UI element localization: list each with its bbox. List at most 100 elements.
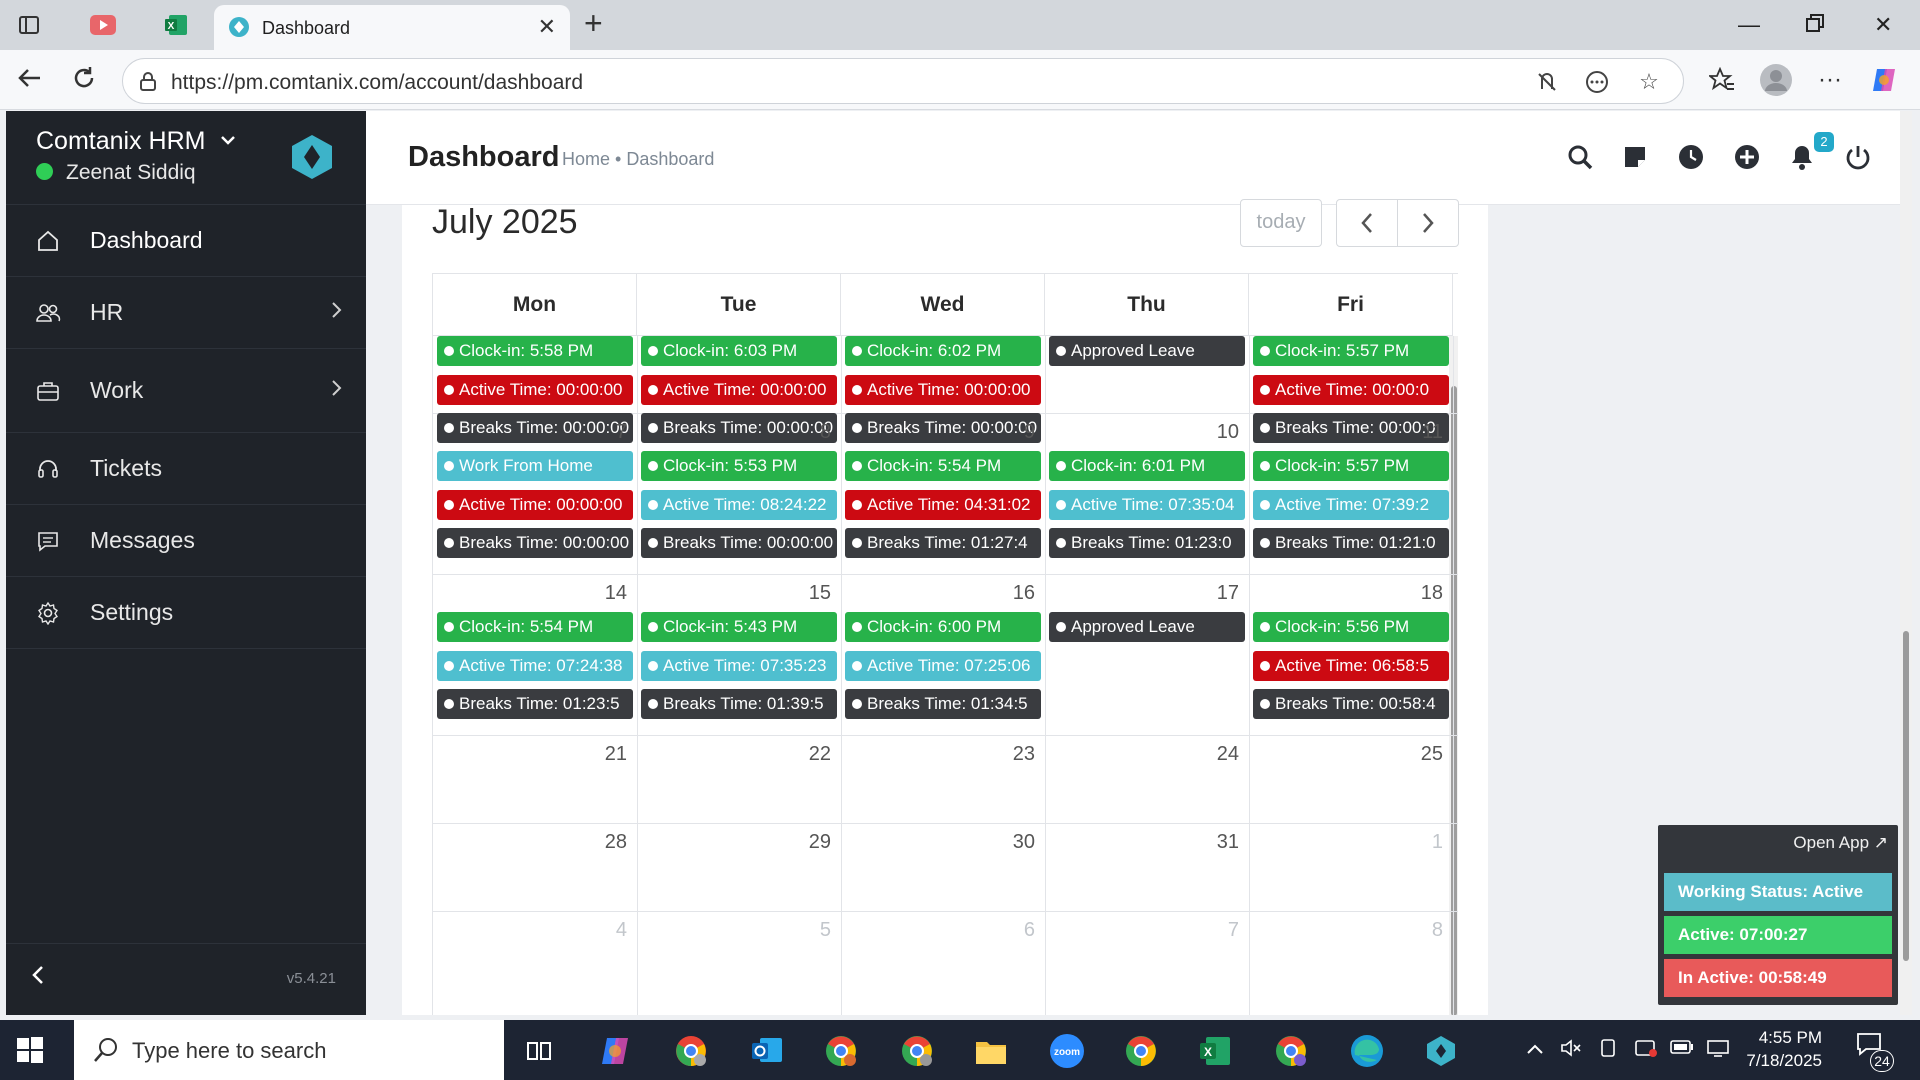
calendar-event[interactable]: Clock-in: 5:43 PM bbox=[641, 612, 837, 642]
chrome-profile-1-icon[interactable] bbox=[672, 1032, 710, 1070]
day-number[interactable]: 14 bbox=[437, 582, 627, 605]
lock-icon[interactable] bbox=[137, 70, 159, 92]
favorites-icon[interactable] bbox=[1706, 64, 1738, 96]
sidebar-item-settings[interactable]: Settings bbox=[6, 577, 366, 649]
day-number[interactable]: 16 bbox=[845, 582, 1035, 605]
sticky-note-icon[interactable] bbox=[1619, 141, 1651, 173]
calendar-event[interactable]: Breaks Time: 00:58:4 bbox=[1253, 689, 1449, 719]
favorite-star-icon[interactable]: ☆ bbox=[1635, 68, 1663, 96]
calendar-event[interactable]: Clock-in: 5:58 PM bbox=[437, 336, 633, 366]
calendar-event[interactable]: Clock-in: 5:54 PM bbox=[845, 451, 1041, 481]
device-icon[interactable] bbox=[1598, 1038, 1618, 1064]
search-icon[interactable] bbox=[1564, 141, 1596, 173]
calendar-event[interactable]: Clock-in: 6:00 PM bbox=[845, 612, 1041, 642]
calendar-event[interactable]: Active Time: 00:00:00 bbox=[845, 374, 1041, 405]
day-number[interactable]: 18 bbox=[1253, 582, 1443, 605]
windows-start-icon[interactable] bbox=[16, 1036, 44, 1064]
battery-icon[interactable] bbox=[1670, 1038, 1694, 1061]
back-icon[interactable] bbox=[16, 64, 44, 98]
calendar-event[interactable]: Active Time: 04:31:02 bbox=[845, 489, 1041, 520]
brand-header[interactable]: Comtanix HRM Zeenat Siddiq bbox=[6, 111, 366, 205]
close-tab-icon[interactable]: ✕ bbox=[538, 14, 556, 40]
calendar-event[interactable]: Breaks Time: 01:34:5 bbox=[845, 689, 1041, 719]
url-field[interactable]: https://pm.comtanix.com/account/dashboar… bbox=[122, 58, 1684, 104]
calendar-event[interactable]: Active Time: 00:00:00 bbox=[641, 374, 837, 405]
calendar-event[interactable]: Approved Leave bbox=[1049, 612, 1245, 642]
sidebar-item-work[interactable]: Work bbox=[6, 349, 366, 433]
recording-icon[interactable] bbox=[1634, 1038, 1658, 1064]
calendar-event[interactable]: Breaks Time: 01:23:0 bbox=[1049, 528, 1245, 558]
calendar-event[interactable]: Active Time: 00:00:00 bbox=[437, 374, 633, 405]
chrome-profile-2-icon[interactable] bbox=[822, 1032, 860, 1070]
day-number[interactable]: 29 bbox=[641, 831, 831, 854]
day-number[interactable]: 8 bbox=[1253, 919, 1443, 942]
calendar-event[interactable]: Clock-in: 6:02 PM bbox=[845, 336, 1041, 366]
day-number[interactable]: 4 bbox=[437, 919, 627, 942]
copilot-taskbar-icon[interactable] bbox=[596, 1032, 634, 1070]
calendar-event[interactable]: Clock-in: 6:01 PM bbox=[1049, 451, 1245, 481]
calendar-event[interactable]: Clock-in: 5:56 PM bbox=[1253, 612, 1449, 642]
chrome-profile-4-icon[interactable] bbox=[1272, 1032, 1310, 1070]
day-number[interactable]: 25 bbox=[1253, 743, 1443, 766]
sidebar-item-hr[interactable]: HR bbox=[6, 277, 366, 349]
excel-tab-icon[interactable]: X bbox=[162, 10, 192, 40]
day-number[interactable]: 1 bbox=[1253, 831, 1443, 854]
more-options-circle-icon[interactable] bbox=[1583, 68, 1611, 96]
edge-icon[interactable] bbox=[1348, 1032, 1386, 1070]
calendar-event[interactable]: Breaks Time: 01:23:5 bbox=[437, 689, 633, 719]
refresh-icon[interactable] bbox=[70, 64, 98, 98]
day-number[interactable]: 31 bbox=[1049, 831, 1239, 854]
calendar-event[interactable]: Clock-in: 5:57 PM bbox=[1253, 451, 1449, 481]
taskbar-clock[interactable]: 4:55 PM 7/18/2025 bbox=[1726, 1026, 1822, 1072]
day-number[interactable]: 11 bbox=[1253, 421, 1443, 444]
day-number[interactable]: 17 bbox=[1049, 582, 1239, 605]
day-number[interactable]: 23 bbox=[845, 743, 1035, 766]
task-view-icon[interactable] bbox=[520, 1032, 558, 1070]
calendar-event[interactable]: Work From Home bbox=[437, 451, 633, 481]
file-explorer-icon[interactable] bbox=[972, 1032, 1010, 1070]
settings-more-icon[interactable]: ··· bbox=[1814, 64, 1846, 96]
add-icon[interactable] bbox=[1731, 141, 1763, 173]
day-number[interactable]: 10 bbox=[1049, 421, 1239, 444]
calendar-event[interactable]: Breaks Time: 01:39:5 bbox=[641, 689, 837, 719]
zoom-icon[interactable]: zoom bbox=[1048, 1032, 1086, 1070]
calendar-event[interactable]: Active Time: 06:58:5 bbox=[1253, 650, 1449, 681]
calendar-event[interactable]: Active Time: 07:25:06 bbox=[845, 650, 1041, 681]
notification-center-icon[interactable]: 24 bbox=[1856, 1032, 1894, 1072]
volume-muted-icon[interactable] bbox=[1560, 1038, 1582, 1064]
minimize-icon[interactable]: — bbox=[1738, 12, 1760, 38]
sidebar-item-dashboard[interactable]: Dashboard bbox=[6, 205, 366, 277]
clock-icon[interactable] bbox=[1675, 141, 1707, 173]
day-number[interactable]: 8 bbox=[641, 421, 831, 444]
sidebar-item-messages[interactable]: Messages bbox=[6, 505, 366, 577]
day-number[interactable]: 21 bbox=[437, 743, 627, 766]
tab-dashboard[interactable]: Dashboard ✕ bbox=[214, 5, 570, 50]
outlook-icon[interactable] bbox=[748, 1032, 786, 1070]
tracking-prevention-icon[interactable] bbox=[1533, 68, 1561, 96]
day-number[interactable]: 24 bbox=[1049, 743, 1239, 766]
power-icon[interactable] bbox=[1842, 141, 1874, 173]
breadcrumb-home[interactable]: Home bbox=[562, 149, 610, 169]
chrome-icon[interactable] bbox=[1122, 1032, 1160, 1070]
calendar-event[interactable]: Active Time: 07:35:04 bbox=[1049, 489, 1245, 520]
calendar-event[interactable]: Breaks Time: 00:00:00 bbox=[641, 528, 837, 558]
page-scrollbar[interactable] bbox=[1900, 111, 1912, 1015]
restore-icon[interactable] bbox=[1806, 12, 1824, 38]
calendar-event[interactable]: Clock-in: 6:03 PM bbox=[641, 336, 837, 366]
calendar-event[interactable]: Active Time: 07:24:38 bbox=[437, 650, 633, 681]
calendar-event[interactable]: Clock-in: 5:54 PM bbox=[437, 612, 633, 642]
calendar-event[interactable]: Clock-in: 5:53 PM bbox=[641, 451, 837, 481]
chrome-profile-3-icon[interactable] bbox=[898, 1032, 936, 1070]
profile-avatar-icon[interactable] bbox=[1760, 64, 1792, 96]
calendar-event[interactable]: Active Time: 07:39:2 bbox=[1253, 489, 1449, 520]
calendar-event[interactable]: Breaks Time: 00:00:00 bbox=[437, 528, 633, 558]
prev-month-button[interactable] bbox=[1336, 199, 1398, 247]
day-number[interactable]: 9 bbox=[845, 421, 1035, 444]
tab-actions-icon[interactable] bbox=[14, 10, 44, 40]
taskbar-search[interactable]: Type here to search bbox=[74, 1020, 504, 1080]
today-button[interactable]: today bbox=[1240, 199, 1322, 247]
new-tab-button[interactable]: + bbox=[584, 7, 603, 39]
day-number[interactable]: 7 bbox=[1049, 919, 1239, 942]
show-hidden-icons[interactable] bbox=[1526, 1038, 1544, 1061]
youtube-tab-icon[interactable] bbox=[88, 10, 118, 40]
